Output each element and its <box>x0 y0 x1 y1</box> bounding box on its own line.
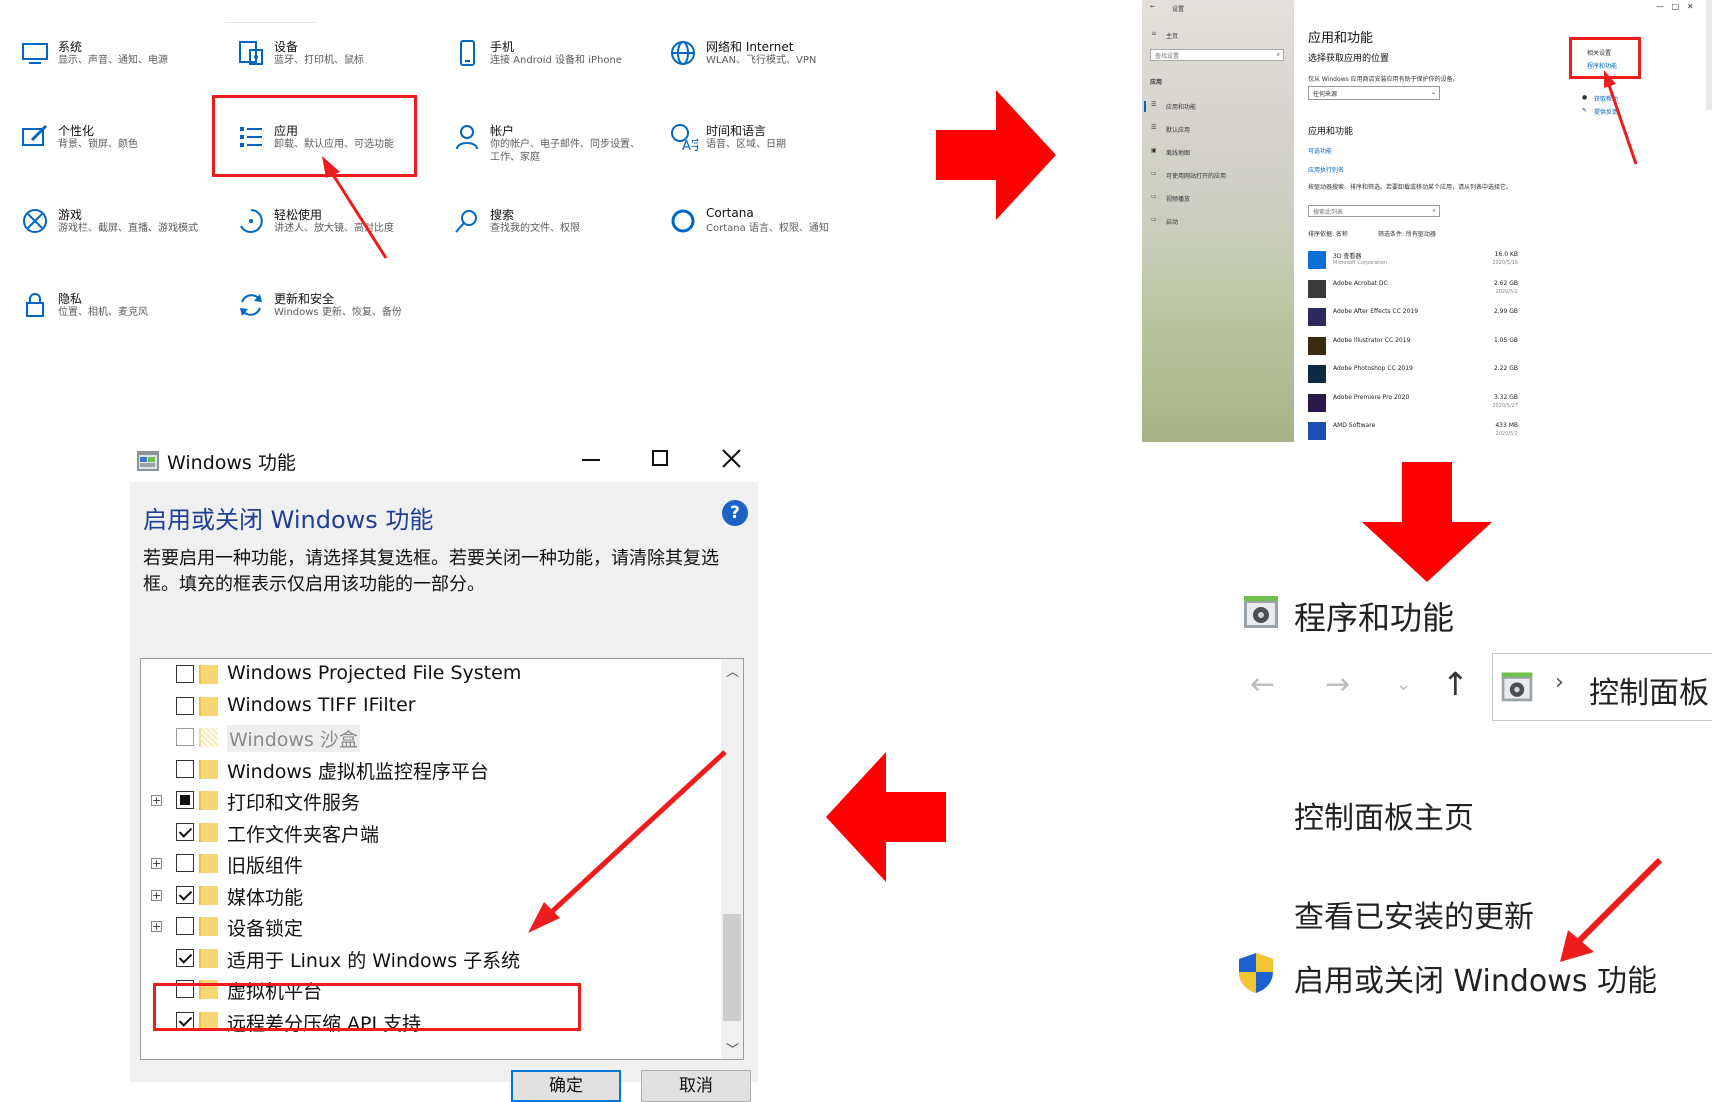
pointer-arrow-icon <box>1560 857 1663 962</box>
pointer-arrow-icon <box>322 156 388 259</box>
pointer-arrow-icon <box>528 750 727 933</box>
annotation-arrows <box>322 70 1663 962</box>
pointer-arrow-icon <box>1604 70 1638 165</box>
